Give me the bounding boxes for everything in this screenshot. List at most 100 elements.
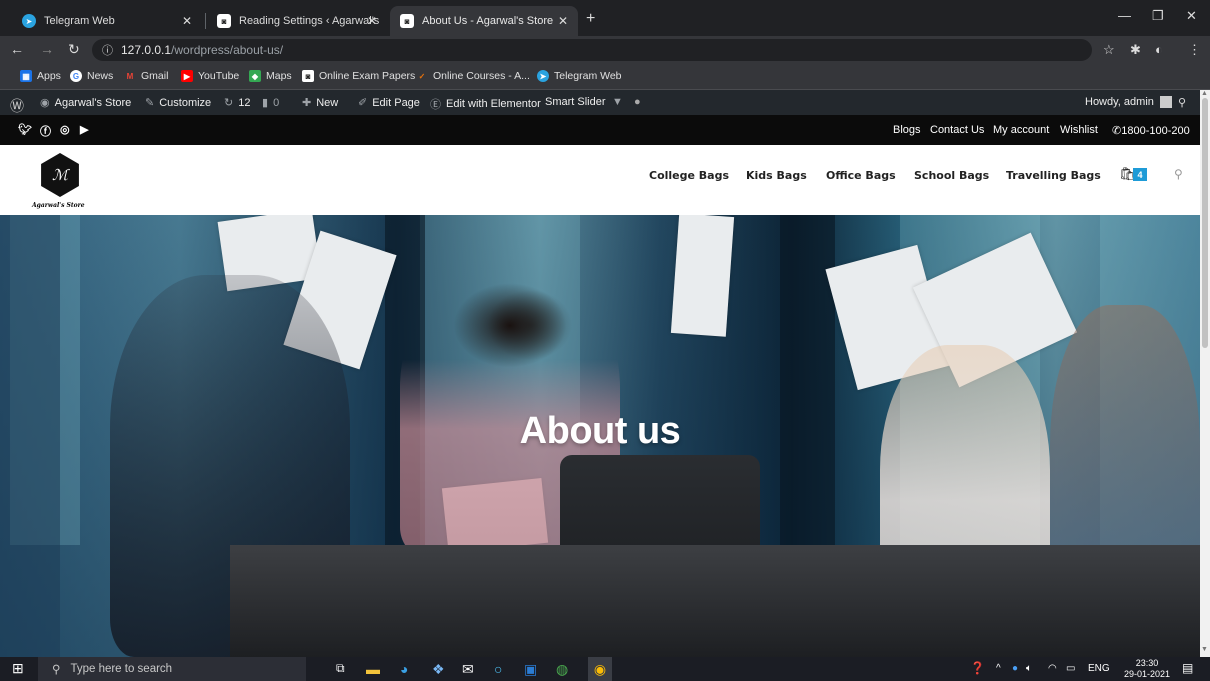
admin-elementor-link[interactable]: Ⓔ Edit with Elementor	[430, 96, 541, 112]
dashboard-icon: ◉	[40, 97, 50, 109]
admin-customize-link[interactable]: ✎ Customize	[145, 96, 212, 110]
page-scrollbar[interactable]: ▲ ▼	[1200, 90, 1210, 657]
edge-icon[interactable]: ◕	[400, 661, 408, 677]
minimize-icon[interactable]: —	[1118, 8, 1131, 23]
bookmark-label: Apps	[37, 70, 61, 82]
word-icon[interactable]: ▣	[524, 661, 537, 678]
bluetooth-icon[interactable]: ●	[1012, 663, 1018, 674]
profile-avatar-icon[interactable]: ◐	[1155, 42, 1163, 57]
bookmark-telegram[interactable]: ➤ Telegram Web	[537, 70, 622, 82]
reload-icon[interactable]: ↻	[68, 41, 80, 58]
topnav-blogs[interactable]: Blogs	[893, 124, 921, 136]
nav-kids-bags[interactable]: Kids Bags	[746, 169, 807, 182]
maps-icon: ◆	[249, 70, 261, 82]
forward-icon[interactable]: →	[40, 41, 54, 57]
file-explorer-icon[interactable]: ▬	[366, 661, 380, 677]
scroll-down-icon[interactable]: ▼	[1201, 646, 1208, 653]
scroll-up-icon[interactable]: ▲	[1201, 90, 1208, 97]
phone-link[interactable]: ✆1800-100-200	[1112, 124, 1190, 137]
topnav-my-account[interactable]: My account	[993, 124, 1049, 136]
menu-icon[interactable]: ⋮	[1188, 42, 1201, 58]
bookmarks-bar: ▦ Apps G News M Gmail ▶ YouTube ◆ Maps ◙…	[0, 64, 1210, 90]
extensions-icon[interactable]: ✱	[1130, 42, 1141, 58]
site-logo[interactable]: ℳ	[41, 153, 79, 197]
bookmark-gmail[interactable]: M Gmail	[124, 70, 169, 82]
cortana-icon[interactable]: ○	[494, 661, 502, 677]
clock-time: 23:30	[1135, 658, 1159, 668]
instagram-icon[interactable]: ◎	[60, 123, 70, 136]
bookmark-news[interactable]: G News	[70, 70, 113, 82]
admin-customize-label: Customize	[159, 96, 212, 109]
nav-college-bags[interactable]: College Bags	[649, 169, 729, 182]
volume-icon[interactable]: 🔈︎	[1026, 663, 1032, 674]
cart-count-badge: 4	[1133, 168, 1147, 181]
bookmark-exam-papers[interactable]: ◙ Online Exam Papers	[302, 70, 415, 82]
help-icon[interactable]: ❓	[970, 661, 985, 675]
info-icon[interactable]: ⓘ	[102, 42, 113, 58]
wordpress-logo-icon[interactable]: Ⓦ	[10, 96, 29, 116]
topnav-contact-us[interactable]: Contact Us	[930, 124, 984, 136]
tray-expand-icon[interactable]: ^	[996, 663, 1001, 674]
nav-travelling-bags[interactable]: Travelling Bags	[1006, 169, 1101, 182]
bookmark-maps[interactable]: ◆ Maps	[249, 70, 292, 82]
wp-admin-bar: Ⓦ ◉ Agarwal's Store ✎ Customize ↻ 12 ▮ 0…	[0, 90, 1200, 115]
admin-edit-page-link[interactable]: ✐ Edit Page	[358, 96, 420, 110]
twitter-icon[interactable]: 🐦︎	[18, 123, 32, 136]
close-icon[interactable]: ✕	[182, 14, 192, 28]
back-icon[interactable]: ←	[10, 41, 24, 57]
task-view-icon[interactable]: ⧉	[336, 661, 345, 676]
scroll-thumb[interactable]	[1202, 98, 1208, 348]
url-input[interactable]: ⓘ 127.0.0.1/wordpress/about-us/	[92, 39, 1092, 61]
nav-school-bags[interactable]: School Bags	[914, 169, 989, 182]
nav-office-bags[interactable]: Office Bags	[826, 169, 896, 182]
bookmark-label: Online Exam Papers	[319, 70, 416, 82]
bookmark-online-courses[interactable]: ✓ Online Courses - A...	[416, 70, 530, 82]
notifications-icon[interactable]: ▤	[1182, 661, 1193, 675]
chrome-icon[interactable]: ◉	[588, 657, 612, 681]
admin-site-link[interactable]: ◉ Agarwal's Store	[40, 96, 131, 110]
admin-new-label: New	[316, 96, 339, 109]
taskbar-clock[interactable]: 23:30 29-01-2021	[1124, 658, 1170, 680]
bookmark-youtube[interactable]: ▶ YouTube	[181, 70, 239, 82]
yoast-icon[interactable]: ▼	[612, 96, 623, 108]
brush-icon: ✎	[145, 97, 155, 109]
admin-comments-link[interactable]: ▮ 0	[262, 96, 280, 110]
search-icon: ⚲	[52, 664, 61, 676]
hero-banner: About us	[0, 215, 1200, 657]
admin-account-link[interactable]: Howdy, admin	[1085, 96, 1172, 108]
close-icon[interactable]: ✕	[367, 14, 377, 28]
admin-comments-count: 0	[273, 96, 280, 109]
restore-icon[interactable]: ❐	[1152, 8, 1164, 24]
new-tab-icon[interactable]: +	[586, 10, 595, 28]
pencil-icon: ✐	[358, 97, 368, 109]
telegram-icon: ➤	[537, 70, 549, 82]
wifi-icon[interactable]: ◠	[1048, 663, 1057, 674]
tab-about-us[interactable]: ◙ About Us - Agarwal's Store ✕	[390, 6, 578, 36]
bookmark-star-icon[interactable]: ☆	[1103, 42, 1115, 58]
topnav-wishlist[interactable]: Wishlist	[1060, 124, 1098, 136]
bookmark-apps[interactable]: ▦ Apps	[20, 70, 61, 82]
site-favicon-icon: ◙	[217, 14, 231, 28]
taskbar-search-input[interactable]: ⚲ Type here to search	[38, 657, 306, 681]
tab-reading-settings[interactable]: ◙ Reading Settings ‹ Agarwal's Stor ✕	[207, 6, 387, 36]
tab-telegram[interactable]: ➤ Telegram Web ✕	[12, 6, 202, 36]
whatsapp-icon[interactable]: ◍	[556, 661, 568, 678]
status-dot-icon: ●	[634, 96, 641, 108]
site-favicon-icon: ◙	[400, 14, 414, 28]
windows-start-icon[interactable]: ⊞	[12, 660, 24, 677]
admin-smart-slider-link[interactable]: Smart Slider	[545, 96, 606, 108]
facebook-icon[interactable]: ⓕ	[40, 123, 51, 139]
dropbox-icon[interactable]: ❖	[432, 661, 445, 678]
tab-title: Reading Settings ‹ Agarwal's Stor	[239, 15, 379, 27]
admin-updates-link[interactable]: ↻ 12	[224, 96, 250, 110]
window-close-icon[interactable]: ✕	[1186, 8, 1197, 24]
close-icon[interactable]: ✕	[558, 14, 568, 28]
admin-new-link[interactable]: ✚ New	[302, 96, 339, 110]
search-icon[interactable]: ⚲	[1174, 167, 1183, 181]
battery-icon[interactable]: ▭	[1066, 663, 1075, 674]
admin-elementor-label: Edit with Elementor	[446, 98, 541, 110]
admin-search-icon[interactable]: ⚲	[1178, 96, 1191, 109]
mail-icon[interactable]: ✉	[462, 661, 474, 678]
youtube-icon[interactable]: ▶	[80, 123, 88, 136]
language-indicator[interactable]: ENG	[1088, 663, 1110, 674]
